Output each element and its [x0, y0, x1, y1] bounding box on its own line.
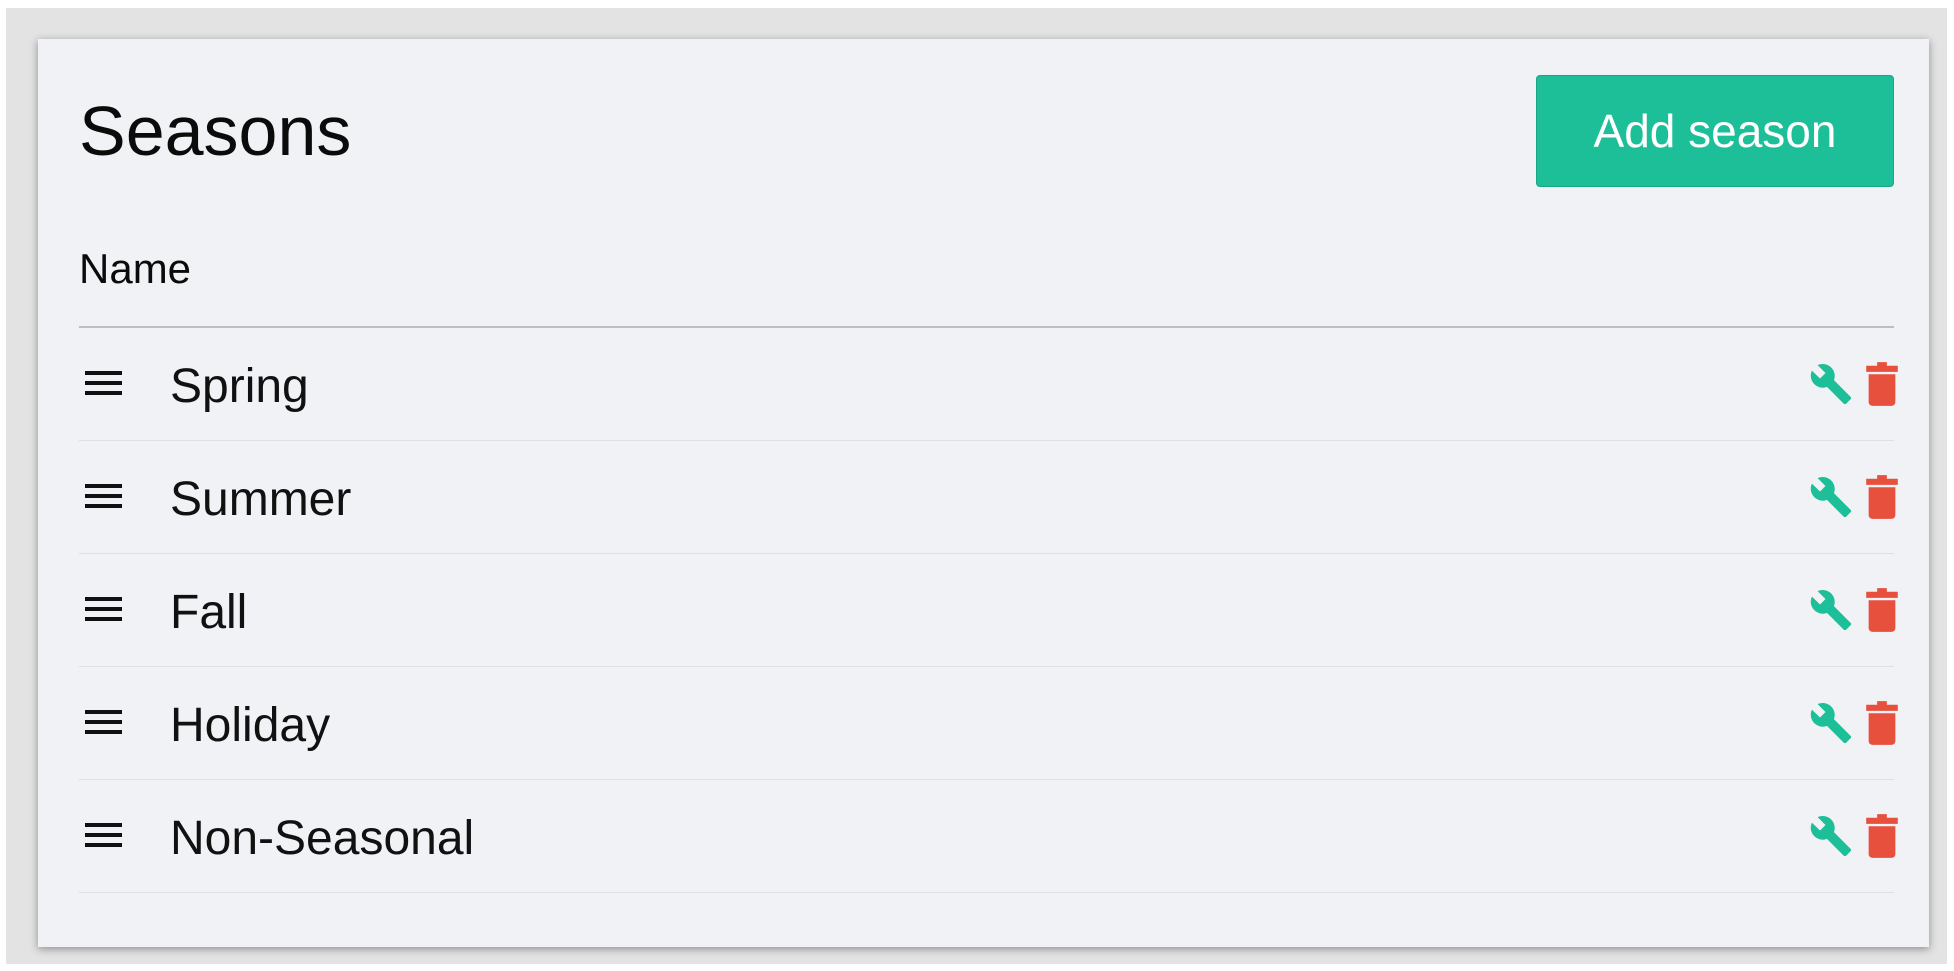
drag-handle-icon[interactable]	[85, 823, 122, 848]
page-title: Seasons	[79, 92, 352, 170]
seasons-list: Spring Summer Fall Holiday Non-Seasonal	[79, 328, 1898, 893]
trash-icon[interactable]	[1865, 701, 1899, 745]
wrench-icon[interactable]	[1809, 475, 1853, 519]
list-item: Holiday	[79, 667, 1898, 780]
trash-icon[interactable]	[1865, 814, 1899, 858]
drag-handle-icon[interactable]	[85, 484, 122, 509]
season-name: Non-Seasonal	[170, 812, 475, 865]
seasons-card: Seasons Add season Name Spring Summer Fa…	[38, 39, 1929, 947]
trash-icon[interactable]	[1865, 362, 1899, 406]
drag-handle-icon[interactable]	[85, 710, 122, 735]
wrench-icon[interactable]	[1809, 588, 1853, 632]
list-item: Spring	[79, 328, 1898, 441]
list-item: Summer	[79, 441, 1898, 554]
screenshot-frame: Seasons Add season Name Spring Summer Fa…	[6, 8, 1947, 964]
season-name: Holiday	[170, 699, 331, 752]
trash-icon[interactable]	[1865, 475, 1899, 519]
season-name: Summer	[170, 473, 352, 526]
season-name: Spring	[170, 360, 309, 413]
list-item: Fall	[79, 554, 1898, 667]
trash-icon[interactable]	[1865, 588, 1899, 632]
season-name: Fall	[170, 586, 248, 639]
drag-handle-icon[interactable]	[85, 371, 122, 396]
list-item: Non-Seasonal	[79, 780, 1898, 893]
wrench-icon[interactable]	[1809, 701, 1853, 745]
wrench-icon[interactable]	[1809, 362, 1853, 406]
wrench-icon[interactable]	[1809, 814, 1853, 858]
drag-handle-icon[interactable]	[85, 597, 122, 622]
add-season-button[interactable]: Add season	[1536, 75, 1894, 187]
column-header-name: Name	[79, 245, 192, 292]
